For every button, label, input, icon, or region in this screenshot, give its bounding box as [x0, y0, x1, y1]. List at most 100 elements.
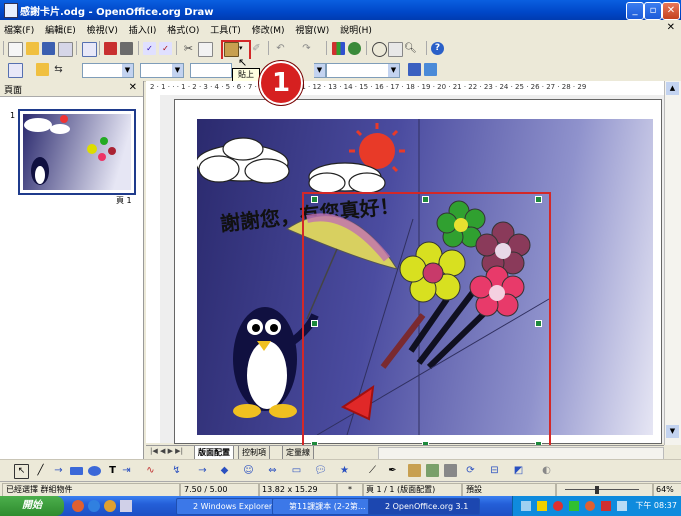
arrow-style-icon[interactable]: ⇆ — [52, 63, 65, 76]
line-tool-icon[interactable]: ╱ — [34, 464, 47, 477]
quicklaunch-ie-icon[interactable] — [88, 500, 100, 512]
rotate-icon[interactable]: ⟳ — [464, 464, 477, 477]
tray-icon[interactable] — [601, 501, 611, 511]
show-draw-functions-icon[interactable] — [372, 42, 387, 57]
maximize-button[interactable]: ▫ — [644, 2, 662, 20]
tray-icon[interactable] — [585, 501, 595, 511]
tray-icon[interactable] — [553, 501, 563, 511]
navigator-icon[interactable] — [348, 42, 361, 55]
chart-icon[interactable] — [332, 42, 345, 55]
from-file-icon[interactable] — [426, 464, 439, 477]
zoom-icon[interactable]: 🔍︎ — [404, 42, 417, 55]
undo-icon[interactable]: ↶ — [274, 42, 287, 55]
zoom-slider-thumb[interactable] — [595, 486, 599, 494]
select-arrow-icon[interactable]: ↖ — [14, 464, 29, 479]
task-openoffice[interactable]: 2 OpenOffice.org 3.1 — [368, 498, 480, 515]
selection-handle[interactable] — [311, 196, 318, 203]
menu-window[interactable]: 視窗(W) — [291, 20, 333, 36]
menu-view[interactable]: 檢視(V) — [83, 20, 122, 36]
quicklaunch-desktop-icon[interactable] — [120, 500, 132, 512]
scroll-down-icon[interactable]: ▼ — [666, 425, 679, 438]
export-pdf-icon[interactable] — [104, 42, 117, 55]
curve-tool-icon[interactable]: ∿ — [144, 464, 157, 477]
tab-nav-arrows-icon[interactable]: |◀ ◀ ▶ ▶| — [150, 447, 183, 455]
menu-file[interactable]: 檔案(F) — [0, 20, 38, 36]
copy-icon[interactable] — [198, 42, 213, 57]
tab-controls[interactable]: 控制項 — [238, 446, 270, 460]
selection-handle[interactable] — [535, 196, 542, 203]
block-arrows-icon[interactable]: ⇔ — [266, 464, 279, 477]
alignment-icon[interactable]: ⊟ — [488, 464, 501, 477]
close-document-icon[interactable]: ✕ — [667, 22, 675, 33]
save-icon[interactable] — [42, 42, 55, 55]
spellcheck-icon[interactable]: ✓ — [143, 42, 156, 55]
menu-modify[interactable]: 修改(M) — [248, 20, 289, 36]
horizontal-ruler[interactable]: 2 · 1 · · · 1 · 2 · 3 · 4 · 5 · 6 · 7 · … — [146, 81, 664, 96]
fill-select[interactable]: ▼ — [326, 63, 400, 78]
glue-points-icon[interactable]: ✒ — [386, 464, 399, 477]
stars-icon[interactable]: ★ — [338, 464, 351, 477]
slide-thumbnail[interactable] — [18, 109, 136, 195]
close-pane-icon[interactable]: ✕ — [129, 82, 137, 93]
menu-insert[interactable]: 插入(I) — [125, 20, 161, 36]
line-color-select[interactable] — [190, 63, 232, 78]
selection-handle[interactable] — [422, 196, 429, 203]
print-icon[interactable] — [120, 42, 133, 55]
vertical-scrollbar[interactable]: ▲ ▼ — [664, 81, 681, 445]
flowchart-icon[interactable]: ▭ — [290, 464, 303, 477]
quicklaunch-media-icon[interactable] — [104, 500, 116, 512]
minimize-button[interactable]: _ — [626, 2, 644, 20]
selection-handle[interactable] — [535, 320, 542, 327]
quicklaunch-browser-icon[interactable] — [72, 500, 84, 512]
tray-icon[interactable] — [521, 501, 531, 511]
line-icon[interactable] — [36, 63, 49, 76]
symbol-shapes-icon[interactable]: ☺ — [242, 464, 255, 477]
menu-tools[interactable]: 工具(T) — [206, 20, 245, 36]
redo-icon[interactable]: ↷ — [300, 42, 313, 55]
tray-icon[interactable] — [617, 501, 627, 511]
fontwork-icon[interactable] — [408, 464, 421, 477]
tray-icon[interactable] — [537, 501, 547, 511]
extrusion-icon[interactable]: ◐ — [540, 464, 553, 477]
cut-icon[interactable]: ✂ — [182, 42, 195, 55]
clone-formatting-icon[interactable]: ✐ — [250, 42, 263, 55]
area-icon[interactable] — [424, 63, 437, 76]
styles-icon[interactable] — [8, 63, 23, 78]
zoom-slider[interactable] — [556, 483, 654, 497]
gallery-icon[interactable] — [388, 42, 403, 57]
tray-icon[interactable] — [569, 501, 579, 511]
rectangle-tool-icon[interactable] — [70, 467, 83, 475]
shadow-icon[interactable] — [408, 63, 421, 76]
taskbar-clock[interactable]: 下午 08:37 — [635, 500, 677, 511]
menu-edit[interactable]: 編輯(E) — [41, 20, 80, 36]
email-icon[interactable] — [58, 42, 73, 57]
lines-arrows-icon[interactable]: → — [196, 464, 209, 477]
scroll-up-icon[interactable]: ▲ — [666, 82, 679, 95]
new-document-icon[interactable] — [8, 42, 23, 57]
selection-handle[interactable] — [311, 320, 318, 327]
help-icon[interactable]: ? — [431, 42, 444, 55]
arrange-icon[interactable]: ◩ — [512, 464, 525, 477]
connector-menu-icon[interactable]: ↯ — [170, 464, 183, 477]
line-arrow-tool-icon[interactable]: → — [52, 464, 65, 477]
menu-help[interactable]: 說明(H) — [336, 20, 376, 36]
gallery-toggle-icon[interactable] — [444, 464, 457, 477]
connector-tool-icon[interactable]: ⇥ — [120, 464, 133, 477]
basic-shapes-icon[interactable]: ◆ — [218, 464, 231, 477]
start-button[interactable]: 開始 — [0, 496, 64, 516]
text-tool-icon[interactable]: T — [106, 464, 119, 477]
vertical-ruler[interactable] — [146, 95, 161, 443]
line-width-select[interactable]: ▼ — [140, 63, 184, 78]
open-folder-icon[interactable] — [26, 42, 39, 55]
menu-format[interactable]: 格式(O) — [163, 20, 203, 36]
area-style-select[interactable]: ▼ — [314, 63, 326, 78]
points-icon[interactable]: ⟋ — [366, 464, 379, 477]
tab-layout[interactable]: 版面配置 — [194, 446, 234, 460]
status-zoom[interactable]: 64% — [652, 483, 681, 497]
task-textbook[interactable]: 第11課課本 (2-2第... — [272, 498, 380, 515]
autospell-icon[interactable]: ✓ — [159, 42, 172, 55]
line-style-select[interactable]: ▼ — [82, 63, 134, 78]
ellipse-tool-icon[interactable] — [88, 466, 101, 476]
task-explorer[interactable]: 2 Windows Explorer — [176, 498, 284, 515]
close-button[interactable]: ✕ — [662, 2, 680, 20]
